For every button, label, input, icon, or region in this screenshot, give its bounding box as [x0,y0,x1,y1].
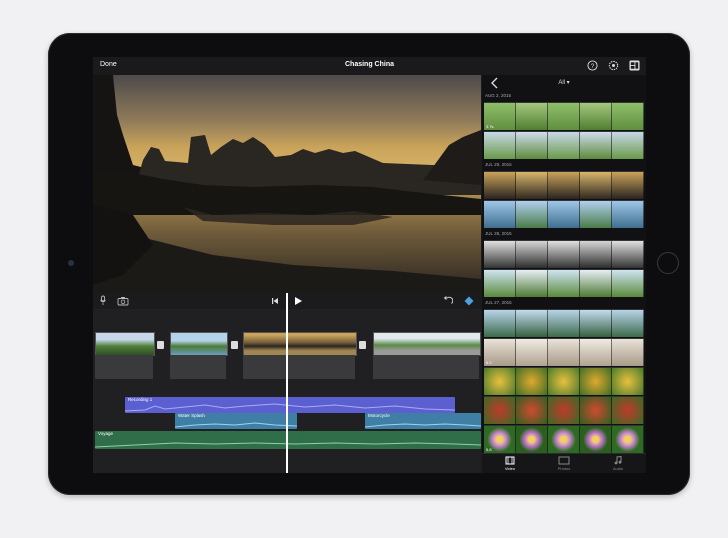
browser-clip[interactable] [484,367,644,395]
clip-duration: 6.0 [486,360,492,365]
timeline[interactable]: Recording 1 Water Splash Motorcycle Voya… [93,293,481,473]
browser-clip[interactable] [484,200,644,228]
clip-duration: 3.7s [486,124,494,129]
browser-group: AUG 2, 2015 3.7s [482,91,646,159]
dropdown-triangle-icon: ▾ [566,80,570,86]
home-button[interactable] [657,252,679,274]
settings-gear-icon[interactable] [608,60,619,71]
media-browser: All ▾ AUG 2, 2015 3.7s JUL 29, 2015 JUL … [482,75,646,473]
browser-clip[interactable] [484,171,644,199]
group-date: JUL 27, 2015 [485,300,512,305]
front-camera [68,260,74,266]
waveform [95,442,481,448]
filter-label: All [558,80,565,86]
browser-group: JUL 28, 2015 [482,229,646,297]
browser-clip[interactable] [484,396,644,424]
video-viewer[interactable] [93,75,481,293]
undo-icon[interactable] [443,296,453,306]
camera-icon[interactable] [117,296,129,306]
transition-icon[interactable] [359,341,366,349]
group-date: JUL 28, 2015 [485,231,512,236]
project-title: Chasing China [344,61,394,68]
transition-icon[interactable] [157,341,164,349]
audio-track-voyage[interactable]: Voyage [95,431,481,449]
tab-audio[interactable]: Audio [598,455,638,471]
browser-clip[interactable]: 6.0 [484,338,644,366]
tab-video[interactable]: Video [490,456,530,471]
clip-extension [243,355,355,379]
audio-track-recording[interactable]: Recording 1 [125,397,455,413]
browser-clip[interactable] [484,240,644,268]
clip-duration: 5.8 [486,447,492,452]
browser-clip[interactable] [484,131,644,159]
audio-track-water-splash[interactable]: Water Splash [175,413,297,429]
browser-group: JUL 29, 2015 [482,160,646,228]
clip-extension [373,355,479,379]
transition-icon[interactable] [231,341,238,349]
music-note-icon [614,455,622,465]
browser-clip[interactable]: 5.8 [484,425,644,453]
group-date: JUL 29, 2015 [485,162,512,167]
waveform [365,423,481,428]
timeline-video-clip[interactable] [243,332,357,356]
playhead[interactable] [286,293,288,473]
group-date: AUG 2, 2015 [485,93,512,98]
imovie-screen: Done Chasing China ? All ▾ AUG 2, 2015 3… [93,57,646,473]
help-icon[interactable]: ? [587,60,598,71]
tab-label: Video [504,466,516,471]
waveform [125,403,455,412]
photos-icon [558,456,570,465]
skip-to-start-icon[interactable] [271,297,279,305]
browser-group: JUL 27, 2015 6.0 5.8 [482,298,646,453]
filter-dropdown[interactable]: All ▾ [482,79,646,86]
top-bar: Done Chasing China ? [93,57,646,75]
media-browser-toggle-icon[interactable] [629,60,640,71]
clip-extension [170,355,226,379]
tab-label: Photos [557,466,571,471]
svg-text:?: ? [591,63,595,70]
microphone-icon[interactable] [99,295,107,306]
film-icon [505,456,515,465]
browser-tab-bar: Video Photos Audio [482,453,646,473]
browser-clip[interactable]: 3.7s [484,102,644,130]
keyframe-diamond-icon[interactable] [464,296,474,306]
play-icon[interactable] [294,296,303,306]
browser-clip[interactable] [484,269,644,297]
viewer-frame-image [93,75,481,293]
clip-extension [95,355,153,379]
tab-label: Audio [612,466,624,471]
audio-track-motorcycle[interactable]: Motorcycle [365,413,481,429]
timeline-video-clip[interactable] [373,332,481,356]
browser-clip[interactable] [484,309,644,337]
waveform [175,422,297,428]
timeline-video-clip[interactable] [170,332,228,356]
timeline-video-clip[interactable] [95,332,155,356]
browser-header: All ▾ [482,75,646,91]
tab-photos[interactable]: Photos [544,456,584,471]
